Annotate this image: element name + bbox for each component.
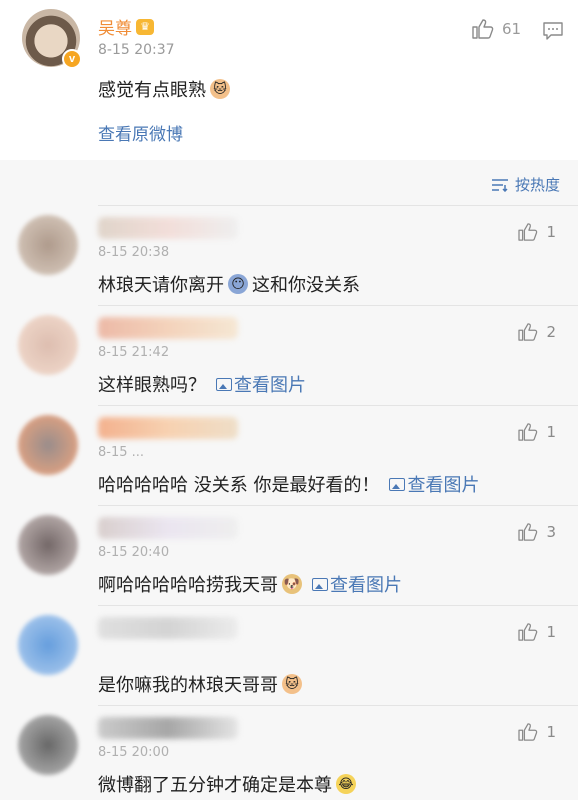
comment-item: 8-15 21:42 2 这样眼熟吗？ 查看图片 bbox=[0, 305, 578, 405]
crown-icon: ♛ bbox=[136, 18, 154, 35]
commenter-avatar[interactable] bbox=[18, 515, 78, 575]
comment-time: 8-15 20:00 bbox=[98, 745, 170, 760]
comment-like-count: 1 bbox=[546, 723, 556, 741]
comment-item: 8-15 20:00 1 微博翻了五分钟才确定是本尊 😂 bbox=[0, 705, 578, 800]
thumbs-up-icon bbox=[518, 423, 538, 441]
comment-text: 是你嘛我的林琅天哥哥 🐱 bbox=[98, 671, 302, 697]
comment-text: 这样眼熟吗？ 查看图片 bbox=[98, 371, 306, 397]
commenter-name-blurred[interactable] bbox=[98, 417, 238, 439]
comment-button[interactable] bbox=[542, 22, 564, 44]
picture-icon bbox=[216, 377, 232, 391]
ninja-emoji-icon: 😶 bbox=[228, 274, 248, 294]
comment-text: 微博翻了五分钟才确定是本尊 😂 bbox=[98, 771, 356, 797]
comment-like-count: 1 bbox=[546, 223, 556, 241]
comment-like-count: 3 bbox=[546, 523, 556, 541]
comment-icon bbox=[543, 22, 563, 40]
comment-item: 8-15 20:38 1 林琅天请你离开 😶 这和你没关系 bbox=[0, 205, 578, 305]
comment-like-count: 1 bbox=[546, 423, 556, 441]
thumbs-up-icon bbox=[518, 323, 538, 341]
author-name[interactable]: 吴尊 ♛ bbox=[98, 14, 154, 39]
commenter-name-blurred[interactable] bbox=[98, 517, 238, 539]
view-original-link[interactable]: 查看原微博 bbox=[98, 120, 183, 145]
comment-time: 8-15 20:40 bbox=[98, 545, 170, 560]
comment-item: 1 是你嘛我的林琅天哥哥 🐱 bbox=[0, 605, 578, 705]
picture-icon bbox=[312, 577, 328, 591]
comment-time: 8-15 21:42 bbox=[98, 345, 170, 360]
comment-like-count: 2 bbox=[546, 323, 556, 341]
post-like-count: 61 bbox=[502, 20, 522, 38]
commenter-avatar[interactable] bbox=[18, 715, 78, 775]
comment-time: 8-15 ... bbox=[98, 445, 145, 460]
author-name-text: 吴尊 bbox=[98, 19, 132, 39]
post-text: 感觉有点眼熟 🐱 bbox=[98, 76, 230, 102]
comment-text-part: 这样眼熟吗？ bbox=[98, 375, 206, 396]
divider bbox=[98, 605, 578, 606]
picture-icon bbox=[389, 477, 406, 491]
sort-label: 按热度 bbox=[514, 176, 560, 194]
view-picture-label: 查看图片 bbox=[407, 475, 480, 496]
comment-text-part: 是你嘛我的林琅天哥哥 bbox=[98, 675, 278, 696]
view-picture-label: 查看图片 bbox=[234, 375, 306, 396]
view-picture-link[interactable]: 查看图片 bbox=[312, 571, 402, 597]
divider bbox=[98, 205, 578, 206]
commenter-name-blurred[interactable] bbox=[98, 617, 238, 639]
comment-item: 8-15 20:40 3 啊哈哈哈哈哈捞我天哥 🐶 查看图片 bbox=[0, 505, 578, 605]
laughing-emoji-icon: 😂 bbox=[336, 774, 356, 794]
original-post: v 吴尊 ♛ 8-15 20:37 61 感觉有点眼熟 🐱 查看原微博 bbox=[0, 0, 578, 160]
view-picture-link[interactable]: 查看图片 bbox=[216, 371, 306, 397]
comment-text: 啊哈哈哈哈哈捞我天哥 🐶 查看图片 bbox=[98, 571, 402, 597]
comment-item: 8-15 ... 1 哈哈哈哈哈 没关系 你是最好看的！ 查看图片 bbox=[0, 405, 578, 505]
commenter-avatar[interactable] bbox=[18, 315, 78, 375]
comment-like-count: 1 bbox=[546, 623, 556, 641]
cat-emoji-icon: 🐱 bbox=[210, 79, 230, 99]
post-like-button[interactable]: 61 bbox=[472, 19, 521, 39]
thumbs-up-icon bbox=[518, 223, 538, 241]
comment-text-part: 这和你没关系 bbox=[252, 275, 360, 296]
commenter-name-blurred[interactable] bbox=[98, 317, 238, 339]
sort-icon bbox=[491, 178, 508, 192]
comment-time: 8-15 20:38 bbox=[98, 245, 170, 260]
divider bbox=[98, 305, 578, 306]
comment-like-button[interactable]: 3 bbox=[518, 523, 556, 541]
commenter-avatar[interactable] bbox=[18, 415, 78, 475]
commenter-avatar[interactable] bbox=[18, 615, 78, 675]
thumbs-up-icon bbox=[472, 19, 494, 39]
comment-text-part: 啊哈哈哈哈哈捞我天哥 bbox=[98, 575, 278, 596]
comment-like-button[interactable]: 1 bbox=[518, 223, 556, 241]
commenter-avatar[interactable] bbox=[18, 215, 78, 275]
doge-emoji-icon: 🐶 bbox=[282, 574, 302, 594]
commenter-name-blurred[interactable] bbox=[98, 217, 238, 239]
thumbs-up-icon bbox=[518, 623, 538, 641]
comment-text: 哈哈哈哈哈 没关系 你是最好看的！ 查看图片 bbox=[98, 471, 479, 497]
sort-by-hot-button[interactable]: 按热度 bbox=[491, 174, 560, 195]
comment-text-part: 微博翻了五分钟才确定是本尊 bbox=[98, 775, 332, 796]
thumbs-up-icon bbox=[518, 523, 538, 541]
commenter-name-blurred[interactable] bbox=[98, 717, 238, 739]
comment-text: 林琅天请你离开 😶 这和你没关系 bbox=[98, 271, 360, 297]
comment-like-button[interactable]: 1 bbox=[518, 723, 556, 741]
comment-text-part: 哈哈哈哈哈 没关系 你是最好看的！ bbox=[98, 475, 380, 496]
thumbs-up-icon bbox=[518, 723, 538, 741]
comment-list: 8-15 20:38 1 林琅天请你离开 😶 这和你没关系 8-15 21:42… bbox=[0, 205, 578, 800]
view-picture-label: 查看图片 bbox=[330, 575, 402, 596]
comment-text-part: 林琅天请你离开 bbox=[98, 275, 224, 296]
comment-like-button[interactable]: 1 bbox=[518, 623, 556, 641]
verified-badge: v bbox=[62, 49, 82, 69]
cat-emoji-icon: 🐱 bbox=[282, 674, 302, 694]
comment-like-button[interactable]: 1 bbox=[518, 423, 556, 441]
post-time: 8-15 20:37 bbox=[98, 42, 175, 58]
view-picture-link[interactable]: 查看图片 bbox=[389, 471, 479, 497]
post-text-body: 感觉有点眼熟 bbox=[98, 80, 206, 101]
comment-like-button[interactable]: 2 bbox=[518, 323, 556, 341]
sort-bar: 按热度 bbox=[0, 160, 578, 205]
divider bbox=[98, 705, 578, 706]
divider bbox=[98, 405, 578, 406]
divider bbox=[98, 505, 578, 506]
